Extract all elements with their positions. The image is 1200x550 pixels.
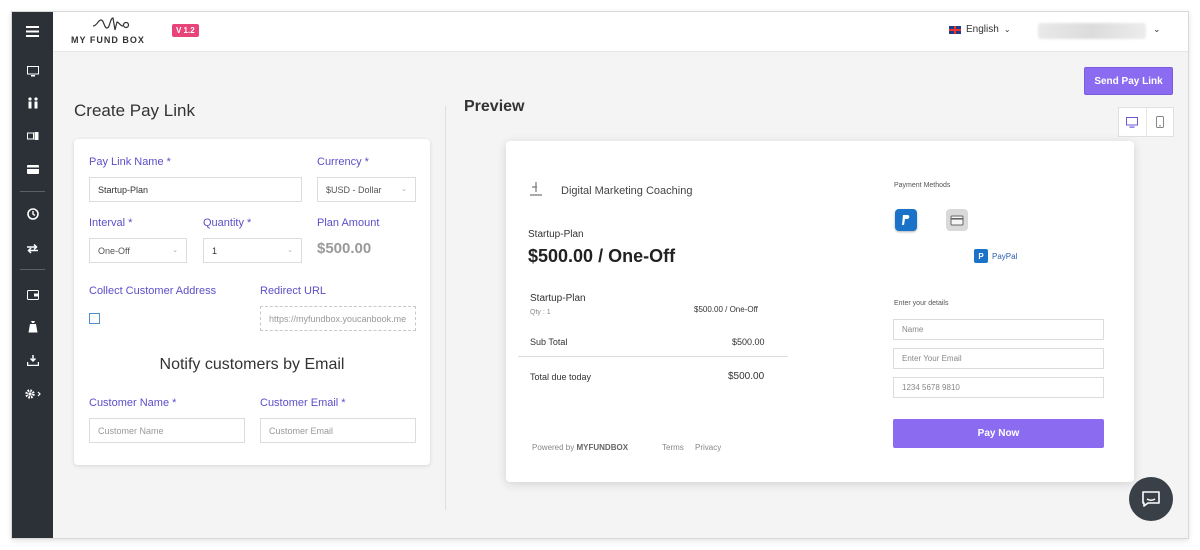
language-selector[interactable]: English ⌄ (949, 24, 1011, 35)
interval-select[interactable]: One-Off ⌄ (89, 238, 187, 263)
preview-plan-name: Startup-Plan (528, 229, 584, 240)
powered-by: Powered by MYFUNDBOX (532, 443, 628, 452)
cards-icon[interactable] (12, 126, 53, 146)
paypal-method-button[interactable] (895, 209, 917, 231)
chat-icon (1142, 491, 1160, 507)
sidebar (12, 12, 53, 538)
language-label: English (966, 24, 999, 35)
total-label: Total due today (530, 372, 592, 382)
quantity-label: Quantity * (203, 217, 252, 229)
chat-launcher[interactable] (1129, 477, 1173, 521)
uk-flag-icon (949, 25, 961, 34)
notify-heading: Notify customers by Email (159, 356, 345, 373)
menu-icon[interactable] (12, 21, 53, 41)
privacy-link[interactable]: Privacy (695, 443, 721, 452)
desktop-view-button[interactable] (1119, 108, 1146, 136)
mobile-view-button[interactable] (1145, 108, 1174, 136)
credit-card-icon[interactable] (12, 159, 53, 179)
section-divider (445, 106, 446, 510)
chevron-down-icon[interactable]: ⌄ (1153, 24, 1161, 35)
customer-name-input[interactable]: Customer Name (89, 418, 245, 443)
plan-amount-value: $500.00 (317, 240, 372, 257)
chevron-down-icon: ⌄ (287, 247, 293, 254)
paypal-icon (902, 215, 910, 225)
interval-label: Interval * (89, 217, 133, 229)
selected-method-label: PayPal (992, 251, 1018, 261)
subtotal-label: Sub Total (530, 337, 568, 347)
redirect-url-label: Redirect URL (260, 285, 327, 297)
customer-name-label: Customer Name * (89, 397, 177, 409)
item-qty: Qty : 1 (530, 309, 551, 316)
gear-icon[interactable] (12, 384, 53, 404)
user-menu[interactable] (1038, 23, 1146, 39)
pay-link-preview: Digital Marketing Coaching Startup-Plan … (506, 141, 1134, 482)
create-pay-link-form: Pay Link Name * Startup-Plan Currency * … (74, 139, 430, 465)
page-title: Create Pay Link (74, 101, 195, 120)
collect-address-checkbox[interactable] (89, 313, 100, 324)
download-icon[interactable] (12, 350, 53, 370)
quantity-select[interactable]: 1 ⌄ (203, 238, 302, 263)
quantity-value: 1 (212, 245, 218, 256)
history-icon[interactable] (12, 204, 53, 224)
users-icon[interactable] (12, 93, 53, 113)
currency-select[interactable]: $USD - Dollar ⌄ (317, 177, 416, 202)
total-value: $500.00 (728, 371, 765, 382)
chevron-down-icon: ⌄ (401, 186, 407, 193)
version-badge: V 1.2 (172, 24, 199, 37)
item-name: Startup-Plan (530, 293, 586, 304)
chevron-down-icon: ⌄ (1003, 25, 1011, 34)
view-toggle (1118, 107, 1174, 137)
redirect-url-input[interactable]: https://myfundbox.youcanbook.me (260, 306, 416, 331)
preview-title: Preview (464, 98, 525, 115)
monitor-icon (1126, 116, 1139, 128)
customer-email-label: Customer Email * (260, 397, 346, 409)
selected-method: P PayPal (974, 249, 1017, 263)
pay-now-button[interactable]: Pay Now (893, 419, 1104, 448)
pay-link-name-label: Pay Link Name * (89, 156, 171, 168)
mobile-icon (1155, 116, 1164, 128)
terms-link[interactable]: Terms (662, 443, 684, 452)
send-pay-link-button[interactable]: Send Pay Link (1084, 67, 1173, 95)
paypal-icon: P (974, 249, 988, 263)
collect-address-label: Collect Customer Address (89, 285, 217, 297)
customer-email-input[interactable]: Customer Email (260, 418, 416, 443)
money-bag-icon[interactable] (12, 317, 53, 337)
interval-value: One-Off (98, 245, 130, 256)
powered-by-prefix: Powered by (532, 443, 575, 452)
currency-value: $USD - Dollar (326, 184, 382, 195)
logo-wave-icon (93, 17, 130, 31)
currency-label: Currency * (317, 156, 369, 168)
sidebar-divider (20, 269, 45, 270)
preview-card-input[interactable]: 1234 5678 9810 (893, 377, 1104, 398)
preview-name-input[interactable]: Name (893, 319, 1104, 340)
subtotal-value: $500.00 (732, 337, 765, 347)
pay-link-name-input[interactable]: Startup-Plan (89, 177, 302, 202)
summary-divider (518, 356, 788, 357)
monitor-icon[interactable] (12, 61, 53, 81)
powered-by-brand: MYFUNDBOX (576, 443, 629, 452)
top-bar: MY FUND BOX V 1.2 English ⌄ ⌄ (53, 12, 1188, 52)
wallet-icon[interactable] (12, 285, 53, 305)
payment-methods-label: Payment Methods (894, 182, 951, 189)
item-price: $500.00 / One-Off (694, 305, 758, 314)
preview-email-input[interactable]: Enter Your Email (893, 348, 1104, 369)
repeat-icon[interactable] (12, 238, 53, 258)
logo[interactable]: MY FUND BOX (71, 17, 151, 47)
app-window: MY FUND BOX V 1.2 English ⌄ ⌄ Send Pay L… (12, 12, 1188, 538)
sidebar-divider (20, 191, 45, 192)
business-logo (530, 182, 542, 196)
preview-price: $500.00 / One-Off (528, 246, 676, 266)
plan-amount-label: Plan Amount (317, 217, 380, 229)
details-label: Enter your details (894, 300, 949, 307)
business-name: Digital Marketing Coaching (561, 185, 693, 197)
card-method-button[interactable] (946, 209, 968, 231)
credit-card-icon (950, 215, 964, 225)
logo-text: MY FUND BOX (71, 35, 145, 45)
chevron-down-icon: ⌄ (172, 247, 178, 254)
